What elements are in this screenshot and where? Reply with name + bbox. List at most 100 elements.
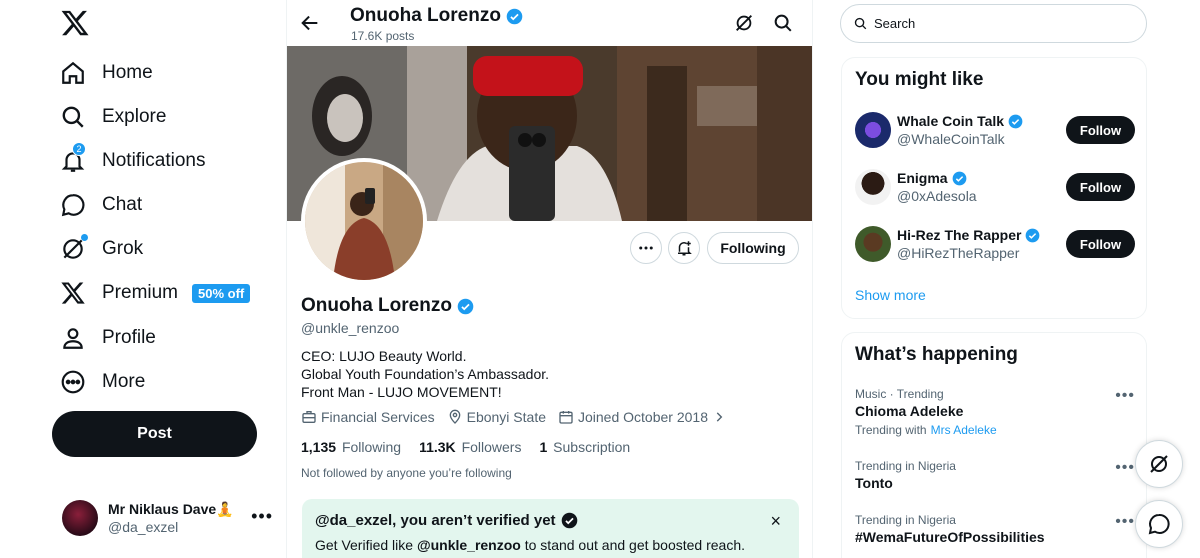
verified-badge-icon: [1008, 114, 1023, 129]
nav-more[interactable]: More: [60, 362, 145, 402]
trend-related-link[interactable]: Mrs Adeleke: [931, 423, 997, 437]
avatar: [855, 226, 891, 262]
x-icon: [60, 280, 86, 306]
profile-bio: CEO: LUJO Beauty World. Global Youth Fou…: [301, 347, 549, 401]
bell-plus-icon: [678, 241, 692, 256]
subscription-count-link[interactable]: 1 Subscription: [539, 439, 630, 455]
more-options-button[interactable]: [630, 232, 662, 264]
header-name-row: Onuoha Lorenzo: [350, 5, 523, 27]
chat-icon: [1148, 513, 1170, 535]
account-emoji: 🧘: [216, 501, 234, 517]
verification-title-row: @da_exzel, you aren’t verified yet: [315, 512, 578, 529]
grok-icon: [1150, 455, 1168, 473]
not-followed-note: Not followed by anyone you’re following: [301, 466, 512, 480]
location-pin-icon: [449, 409, 460, 424]
premium-promo-badge: 50% off: [192, 283, 251, 303]
meta-category: Financial Services: [301, 409, 435, 425]
home-icon: [60, 60, 86, 86]
post-count: 17.6K posts: [351, 29, 415, 43]
verification-title: @da_exzel, you aren’t verified yet: [315, 512, 556, 529]
nav-label: Notifications: [102, 150, 206, 171]
bio-line: CEO: LUJO Beauty World.: [301, 348, 467, 364]
verified-badge-icon: [506, 8, 523, 25]
search-placeholder: Search: [874, 16, 916, 31]
nav-profile[interactable]: Profile: [60, 318, 156, 358]
search-icon[interactable]: [772, 12, 794, 34]
search-icon: [60, 104, 86, 130]
chat-icon: [60, 192, 86, 218]
nav-grok[interactable]: Grok: [60, 229, 143, 269]
account-handle: @da_exzel: [108, 519, 179, 535]
account-switcher[interactable]: Mr Niklaus Dave🧘 @da_exzel •••: [62, 496, 277, 540]
more-horizontal-icon[interactable]: •••: [1115, 459, 1135, 477]
whats-happening-panel: What’s happening Music · Trending Chioma…: [841, 332, 1147, 558]
back-arrow-icon[interactable]: [299, 12, 321, 34]
verified-badge-icon: [952, 171, 967, 186]
more-horizontal-icon[interactable]: •••: [251, 506, 273, 527]
nav-label: Explore: [102, 106, 167, 127]
grok-float-button[interactable]: [1135, 440, 1183, 488]
following-button[interactable]: Following: [707, 232, 799, 264]
meta-joined[interactable]: Joined October 2018: [558, 409, 730, 425]
avatar: [855, 169, 891, 205]
notify-bell-button[interactable]: [668, 232, 700, 264]
profile-handle: @unkle_renzoo: [301, 320, 400, 336]
profile-meta: Financial Services Ebonyi State Joined O…: [301, 409, 742, 425]
suggested-user[interactable]: Enigma @0xAdesola Follow: [855, 167, 1135, 207]
close-icon[interactable]: ×: [770, 511, 781, 532]
new-dot-icon: [81, 234, 88, 241]
bell-icon: 2: [60, 142, 86, 174]
nav-label: Chat: [102, 194, 143, 215]
messages-float-button[interactable]: [1135, 500, 1183, 548]
trend-item[interactable]: Music · Trending Chioma Adeleke Trending…: [855, 387, 1135, 437]
post-button[interactable]: Post: [52, 411, 257, 457]
nav-notifications[interactable]: 2 Notifications: [60, 141, 206, 181]
profile-avatar[interactable]: [301, 158, 427, 284]
more-circle-icon: [60, 369, 86, 395]
profile-header-bar: Onuoha Lorenzo 17.6K posts: [287, 0, 812, 46]
page-title: Onuoha Lorenzo: [350, 5, 501, 26]
left-navigation: Home Explore 2 Notifications Chat Grok P…: [48, 0, 273, 558]
grok-icon: [60, 234, 88, 262]
followers-count-link[interactable]: 11.3K Followers: [419, 439, 521, 455]
meta-location: Ebonyi State: [447, 409, 546, 425]
trend-item[interactable]: Trending in Nigeria Tonto •••: [855, 459, 1135, 491]
profile-name: Onuoha Lorenzo: [301, 295, 452, 316]
nav-label: Home: [102, 62, 153, 83]
following-count-link[interactable]: 1,135 Following: [301, 439, 401, 455]
calendar-icon: [559, 411, 573, 424]
person-icon: [60, 325, 86, 351]
avatar: [855, 112, 891, 148]
account-name: Mr Niklaus Dave: [108, 501, 217, 517]
x-logo-icon[interactable]: [60, 8, 90, 38]
profile-main-column: Onuoha Lorenzo 17.6K posts Following Onu…: [286, 0, 813, 558]
nav-label: Grok: [102, 238, 144, 259]
suggested-user[interactable]: Hi-Rez The Rapper @HiRezTheRapper Follow: [855, 224, 1135, 264]
nav-explore[interactable]: Explore: [60, 97, 166, 137]
nav-home[interactable]: Home: [60, 53, 153, 93]
follow-button[interactable]: Follow: [1066, 230, 1135, 258]
bio-line: Front Man - LUJO MOVEMENT!: [301, 384, 502, 400]
follow-button[interactable]: Follow: [1066, 116, 1135, 144]
nav-label: More: [102, 371, 146, 392]
more-horizontal-icon[interactable]: •••: [1115, 513, 1135, 531]
nav-premium[interactable]: Premium 50% off: [60, 273, 251, 313]
chevron-right-icon: [716, 412, 723, 422]
suggested-user[interactable]: Whale Coin Talk @WhaleCoinTalk Follow: [855, 110, 1135, 150]
nav-label: Premium: [102, 282, 179, 303]
search-icon: [854, 17, 867, 30]
nav-label: Profile: [102, 327, 156, 348]
verification-body: Get Verified like @unkle_renzoo to stand…: [315, 537, 746, 553]
trend-item[interactable]: Trending in Nigeria #WemaFutureOfPossibi…: [855, 513, 1135, 545]
verified-badge-icon[interactable]: [457, 298, 474, 315]
grok-analyze-icon[interactable]: [733, 12, 755, 34]
bio-line: Global Youth Foundation’s Ambassador.: [301, 366, 550, 382]
panel-title: You might like: [855, 69, 984, 90]
more-horizontal-icon[interactable]: •••: [1115, 387, 1135, 405]
verification-prompt-card[interactable]: @da_exzel, you aren’t verified yet Get V…: [302, 499, 799, 558]
verified-badge-icon: [561, 512, 578, 529]
follow-button[interactable]: Follow: [1066, 173, 1135, 201]
nav-chat[interactable]: Chat: [60, 185, 142, 225]
search-input[interactable]: Search: [840, 4, 1147, 43]
show-more-link[interactable]: Show more: [855, 287, 926, 303]
